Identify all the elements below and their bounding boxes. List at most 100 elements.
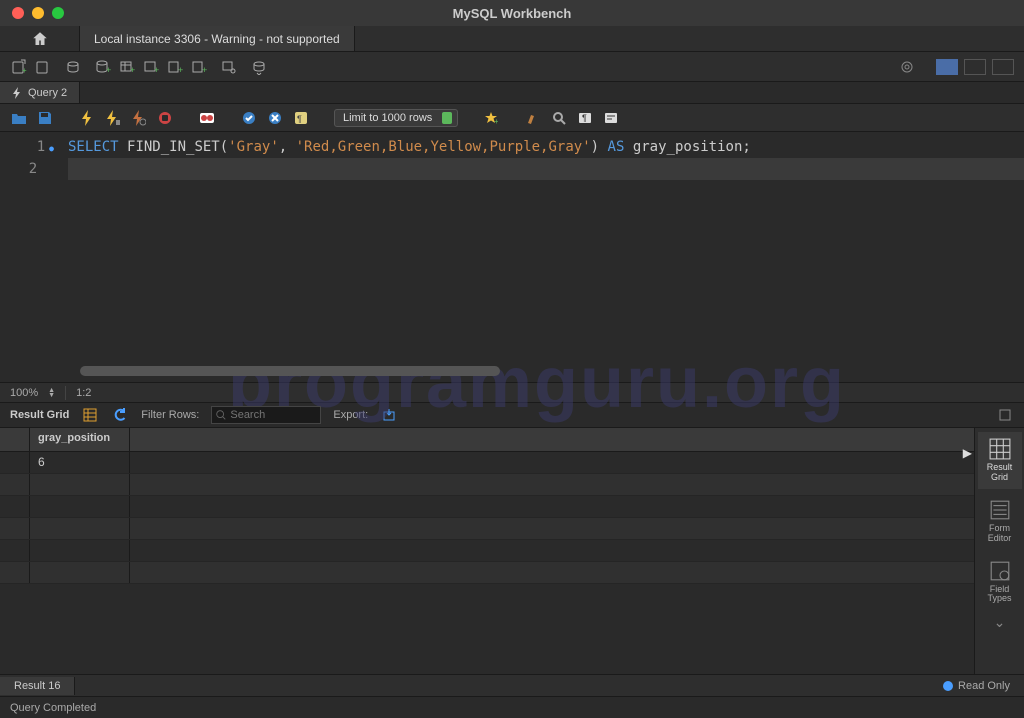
toggle-whitespace-icon[interactable]: ¶ bbox=[292, 109, 310, 127]
result-grid[interactable]: gray_position 6 bbox=[0, 428, 974, 674]
create-function-icon[interactable]: + bbox=[190, 58, 208, 76]
panel-right-toggle[interactable] bbox=[992, 59, 1014, 75]
connection-tab-label: Local instance 3306 - Warning - not supp… bbox=[94, 32, 340, 46]
wrap-cell-icon[interactable] bbox=[996, 406, 1014, 424]
result-tab[interactable]: Result 16 bbox=[0, 677, 75, 695]
execute-current-icon[interactable] bbox=[104, 109, 122, 127]
editor-toolbar: ¶ Limit to 1000 rows + ¶ bbox=[0, 104, 1024, 132]
status-text: Query Completed bbox=[10, 702, 96, 714]
connection-tab[interactable]: Local instance 3306 - Warning - not supp… bbox=[80, 26, 355, 51]
explain-icon[interactable] bbox=[130, 109, 148, 127]
svg-text:+: + bbox=[178, 65, 183, 75]
refresh-icon[interactable] bbox=[111, 406, 129, 424]
brush-icon[interactable] bbox=[524, 109, 542, 127]
query-tab-label: Query 2 bbox=[28, 87, 67, 99]
stop-icon[interactable] bbox=[156, 109, 174, 127]
beautify-icon[interactable]: + bbox=[482, 109, 500, 127]
save-icon[interactable] bbox=[36, 109, 54, 127]
row-header-corner bbox=[0, 428, 30, 451]
settings-icon[interactable] bbox=[898, 58, 916, 76]
main-toolbar: + + + + + + bbox=[0, 52, 1024, 82]
reconnect-icon[interactable] bbox=[250, 58, 268, 76]
connection-tabs: Local instance 3306 - Warning - not supp… bbox=[0, 26, 1024, 52]
export-label: Export: bbox=[333, 409, 368, 421]
table-row bbox=[0, 518, 974, 540]
window-controls bbox=[0, 7, 64, 19]
readonly-indicator: Read Only bbox=[929, 680, 1024, 692]
table-row bbox=[0, 540, 974, 562]
gutter: 1● 2 bbox=[0, 132, 62, 382]
svg-text:+: + bbox=[22, 66, 27, 75]
export-icon[interactable] bbox=[380, 406, 398, 424]
create-procedure-icon[interactable]: + bbox=[166, 58, 184, 76]
open-sql-icon[interactable] bbox=[34, 58, 52, 76]
create-table-icon[interactable]: + bbox=[118, 58, 136, 76]
results-side-panel: Result Grid Form Editor Field Types ⌄ bbox=[974, 428, 1024, 674]
filter-input[interactable] bbox=[211, 406, 321, 424]
zoom-stepper[interactable]: ▲▼ bbox=[48, 388, 55, 398]
create-view-icon[interactable]: + bbox=[142, 58, 160, 76]
execute-icon[interactable] bbox=[78, 109, 96, 127]
sql-editor[interactable]: 1● 2 SELECT FIND_IN_SET('Gray', 'Red,Gre… bbox=[0, 132, 1024, 382]
side-label: Result Grid bbox=[987, 463, 1013, 483]
chevron-down-icon[interactable]: ⌄ bbox=[994, 614, 1006, 631]
home-tab[interactable] bbox=[0, 26, 80, 51]
toggle-invisible-icon[interactable]: ¶ bbox=[576, 109, 594, 127]
find-icon[interactable] bbox=[550, 109, 568, 127]
results-toolbar: Result Grid Filter Rows: Export: bbox=[0, 402, 1024, 428]
panel-left-toggle[interactable] bbox=[936, 59, 958, 75]
svg-text:+: + bbox=[106, 65, 111, 75]
readonly-dot-icon bbox=[943, 681, 953, 691]
home-icon bbox=[31, 30, 49, 48]
limit-select[interactable]: Limit to 1000 rows bbox=[334, 109, 458, 127]
zoom-bar: 100% ▲▼ 1:2 bbox=[0, 382, 1024, 402]
readonly-label: Read Only bbox=[958, 680, 1010, 692]
search-table-icon[interactable] bbox=[220, 58, 238, 76]
wrap-icon[interactable] bbox=[602, 109, 620, 127]
maximize-icon[interactable] bbox=[52, 7, 64, 19]
cursor-position: 1:2 bbox=[76, 387, 91, 399]
svg-text:¶: ¶ bbox=[582, 113, 587, 123]
status-bar: Query Completed bbox=[0, 696, 1024, 718]
svg-text:+: + bbox=[154, 65, 159, 75]
minimize-icon[interactable] bbox=[32, 7, 44, 19]
rollback-icon[interactable] bbox=[266, 109, 284, 127]
result-grid-label: Result Grid bbox=[10, 409, 69, 421]
side-label: Form Editor bbox=[988, 524, 1012, 544]
result-tabs: Result 16 Read Only bbox=[0, 674, 1024, 696]
code-area[interactable]: SELECT FIND_IN_SET('Gray', 'Red,Green,Bl… bbox=[62, 132, 1024, 382]
collapse-arrow-icon[interactable]: ▶ bbox=[963, 446, 972, 460]
results-area: ▶ gray_position 6 Result Grid bbox=[0, 428, 1024, 674]
create-schema-icon[interactable]: + bbox=[94, 58, 112, 76]
lightning-icon bbox=[12, 87, 22, 99]
query-tabs: Query 2 bbox=[0, 82, 1024, 104]
table-row[interactable]: 6 bbox=[0, 452, 974, 474]
table-row bbox=[0, 562, 974, 584]
close-icon[interactable] bbox=[12, 7, 24, 19]
side-form-editor[interactable]: Form Editor bbox=[978, 493, 1022, 550]
panel-bottom-toggle[interactable] bbox=[964, 59, 986, 75]
commit-icon[interactable] bbox=[240, 109, 258, 127]
grid-view-icon[interactable] bbox=[81, 406, 99, 424]
grid-icon bbox=[989, 438, 1011, 460]
table-row bbox=[0, 496, 974, 518]
form-icon bbox=[989, 499, 1011, 521]
side-label: Field Types bbox=[987, 585, 1011, 605]
query-tab[interactable]: Query 2 bbox=[0, 82, 80, 103]
zoom-level: 100% bbox=[10, 387, 38, 399]
cell-value[interactable]: 6 bbox=[30, 452, 130, 473]
toggle-autocommit-icon[interactable] bbox=[198, 109, 216, 127]
filter-rows-label: Filter Rows: bbox=[141, 409, 199, 421]
inspector-icon[interactable] bbox=[64, 58, 82, 76]
open-file-icon[interactable] bbox=[10, 109, 28, 127]
title-bar: MySQL Workbench bbox=[0, 0, 1024, 26]
horizontal-scrollbar[interactable] bbox=[80, 366, 500, 376]
side-field-types[interactable]: Field Types bbox=[978, 554, 1022, 611]
column-header[interactable]: gray_position bbox=[30, 428, 130, 451]
search-icon bbox=[215, 409, 227, 421]
side-result-grid[interactable]: Result Grid bbox=[978, 432, 1022, 489]
svg-text:+: + bbox=[130, 65, 135, 75]
svg-text:¶: ¶ bbox=[297, 114, 302, 124]
window-title: MySQL Workbench bbox=[453, 6, 572, 21]
new-sql-tab-icon[interactable]: + bbox=[10, 58, 28, 76]
